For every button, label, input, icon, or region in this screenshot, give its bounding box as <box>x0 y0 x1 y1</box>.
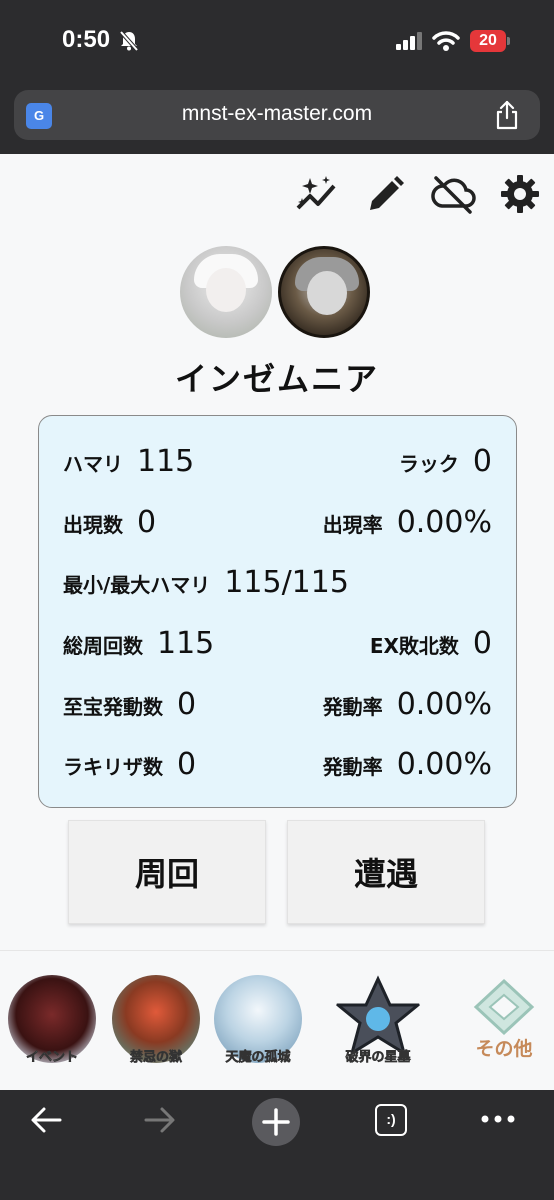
lap-button[interactable]: 周回 <box>68 820 266 924</box>
stat-label: 発動率 <box>322 755 383 779</box>
nav-item-forbidden[interactable]: 禁忌の獄 <box>108 975 204 1071</box>
tabs-icon[interactable]: :) <box>375 1104 407 1136</box>
stat-luck: ラック 0 <box>399 444 492 479</box>
stat-label: 発動率 <box>322 695 383 719</box>
gear-icon[interactable] <box>500 174 540 214</box>
stat-label: 出現数 <box>63 513 123 537</box>
page-content: インゼムニア ハマリ 115 ラック 0 出現数 0 出現率 0.00% 最小/… <box>0 154 554 1090</box>
stat-treasure-rate: 発動率 0.00% <box>323 687 492 722</box>
encounter-button[interactable]: 遭遇 <box>287 820 485 924</box>
stat-label: ラック <box>398 452 459 476</box>
stat-label: EX敗北数 <box>369 634 459 658</box>
bell-slash-icon <box>119 30 139 52</box>
signal-icon <box>396 32 422 50</box>
status-time: 0:50 <box>62 26 111 53</box>
stat-label: ラキリザ数 <box>63 755 163 779</box>
stat-value: 0.00% <box>396 505 492 540</box>
nav-label: イベント <box>25 1050 79 1066</box>
stat-label: 出現率 <box>322 513 383 537</box>
stat-lucky-rate: 発動率 0.00% <box>323 747 492 782</box>
nav-item-other[interactable]: その他 <box>456 975 552 1071</box>
stat-ex-defeats: EX敗北数 0 <box>370 626 492 661</box>
more-icon[interactable] <box>480 1114 516 1124</box>
nav-item-event[interactable]: イベント <box>4 975 100 1071</box>
stat-appear-count: 出現数 0 <box>63 505 156 540</box>
stat-appear-rate: 出現率 0.00% <box>323 505 492 540</box>
nav-item-star-grave[interactable]: 破界の星墓 <box>330 975 426 1071</box>
nav-item-castle[interactable]: 天魔の孤城 <box>210 975 306 1071</box>
stat-min-max-hamari: 最小/最大ハマリ 115/115 <box>63 565 349 600</box>
character-avatar-alt[interactable] <box>278 246 370 338</box>
browser-toolbar: :) <box>0 1090 554 1200</box>
stat-value: 0 <box>177 747 197 782</box>
battery-tip <box>507 37 510 45</box>
character-name: インゼムニア <box>174 360 379 398</box>
battery-indicator: 20 <box>470 30 506 52</box>
nav-label: 破界の星墓 <box>345 1050 411 1066</box>
stat-label: ハマリ <box>63 452 123 476</box>
nav-label: その他 <box>475 1038 533 1060</box>
stat-label: 総周回数 <box>63 634 143 658</box>
forward-arrow-icon[interactable] <box>142 1102 178 1138</box>
stat-value: 0 <box>472 444 492 479</box>
share-icon[interactable] <box>494 100 520 130</box>
wifi-icon <box>432 31 460 51</box>
stat-value: 0 <box>472 626 492 661</box>
stat-hamari: ハマリ 115 <box>63 444 194 479</box>
stat-treasure-count: 至宝発動数 0 <box>63 687 196 722</box>
browser-url-area: G mnst-ex-master.com <box>0 82 554 154</box>
stat-total-runs: 総周回数 115 <box>63 626 214 661</box>
url-bar[interactable]: G mnst-ex-master.com <box>14 90 540 140</box>
stat-label: 至宝発動数 <box>63 695 163 719</box>
character-avatar-main[interactable] <box>180 246 272 338</box>
stat-value: 0 <box>137 505 157 540</box>
stat-value: 115 <box>137 444 195 479</box>
stat-label: 最小/最大ハマリ <box>63 573 211 597</box>
pencil-icon[interactable] <box>366 174 404 214</box>
stat-value: 0.00% <box>396 747 492 782</box>
stat-value: 115 <box>157 626 215 661</box>
nav-label: 天魔の孤城 <box>225 1050 291 1066</box>
stats-card: ハマリ 115 ラック 0 出現数 0 出現率 0.00% 最小/最大ハマリ 1… <box>38 415 517 808</box>
url-text[interactable]: mnst-ex-master.com <box>74 102 480 126</box>
stat-value: 0.00% <box>396 687 492 722</box>
status-bar: 0:50 20 <box>0 0 554 82</box>
cloud-off-icon[interactable] <box>430 174 476 214</box>
stat-value: 0 <box>177 687 197 722</box>
new-tab-icon[interactable] <box>252 1098 300 1146</box>
bottom-nav: イベント 禁忌の獄 天魔の孤城 破界の星墓 その他 <box>0 950 554 1090</box>
stat-lucky-count: ラキリザ数 0 <box>63 747 196 782</box>
other-badge-icon <box>473 978 535 1036</box>
nav-label: 禁忌の獄 <box>129 1050 183 1066</box>
sparkle-chart-icon[interactable] <box>296 174 338 214</box>
translate-icon[interactable]: G <box>26 103 52 129</box>
stat-value: 115/115 <box>224 565 349 600</box>
back-arrow-icon[interactable] <box>28 1102 64 1138</box>
